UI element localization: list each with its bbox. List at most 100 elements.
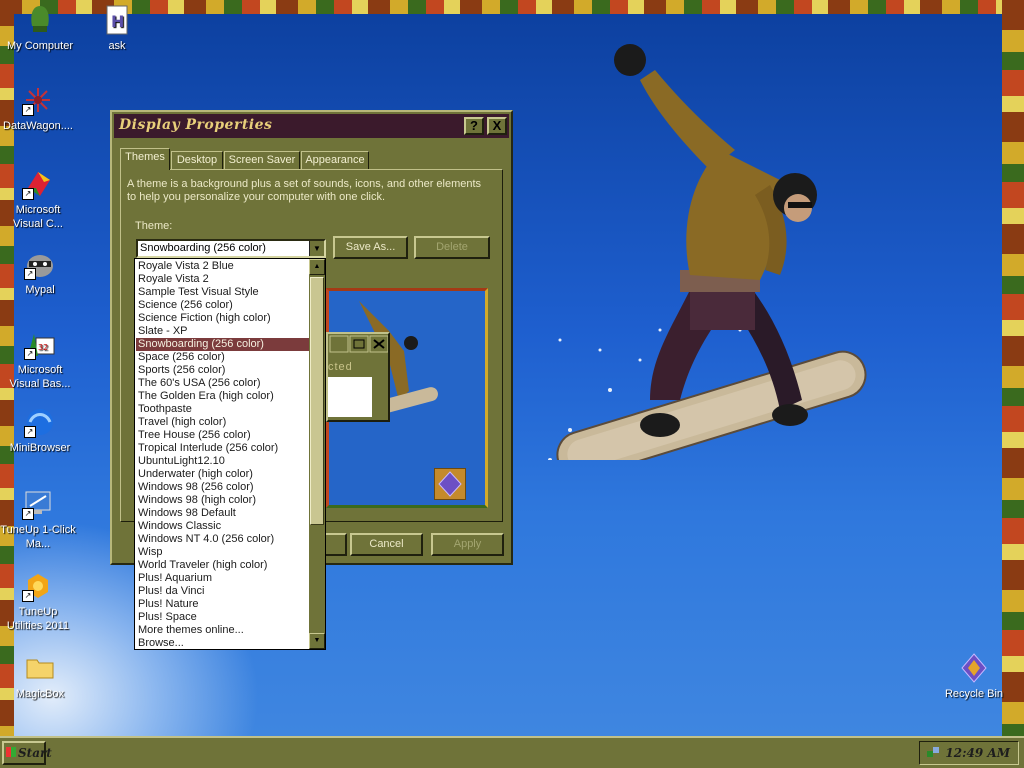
theme-option[interactable]: UbuntuLight12.10 [136, 455, 309, 468]
network-tray-icon[interactable] [926, 746, 940, 760]
theme-option[interactable]: Windows 98 Default [136, 507, 309, 520]
theme-option[interactable]: Plus! da Vinci [136, 585, 309, 598]
desktop-icon-label: DataWagon.... [3, 120, 73, 132]
preview-caption: cted [328, 361, 353, 373]
preview-title-bar [328, 334, 389, 356]
scroll-up-button[interactable]: ▲ [309, 259, 325, 275]
desktop: My Computer H ask ↗ DataWagon.... ↗ Micr… [0, 0, 1024, 736]
visual-basic-icon: 32 ↗ [24, 328, 56, 360]
theme-option[interactable]: Windows Classic [136, 520, 309, 533]
shortcut-arrow-icon: ↗ [22, 188, 34, 200]
theme-option[interactable]: Royale Vista 2 Blue [136, 260, 309, 273]
theme-option[interactable]: More themes online... [136, 624, 309, 637]
minibrowser-globe-icon: ↗ [24, 406, 56, 438]
desktop-icon-minibrowser[interactable]: ↗ MiniBrowser [2, 406, 78, 455]
dialog-title: Display Properties [119, 117, 273, 133]
tab-screen-saver[interactable]: Screen Saver [224, 151, 300, 169]
title-bar[interactable]: Display Properties ? X [114, 114, 509, 138]
cancel-button[interactable]: Cancel [350, 533, 423, 556]
desktop-icon-ask[interactable]: H ask [79, 4, 155, 53]
theme-option[interactable]: Windows 98 (256 color) [136, 481, 309, 494]
clock[interactable]: 12:49 AM [945, 746, 1010, 760]
tuneup-puzzle-icon: ↗ [22, 570, 54, 602]
help-button[interactable]: ? [464, 117, 484, 135]
snowboarder-image [548, 44, 867, 460]
theme-option[interactable]: Science (256 color) [136, 299, 309, 312]
desktop-icon-label: MagicBox [15, 688, 65, 700]
desktop-icon-label: Microsoft Visual C... [13, 204, 63, 230]
theme-option[interactable]: Plus! Nature [136, 598, 309, 611]
theme-option[interactable]: Snowboarding (256 color) [136, 338, 309, 351]
folder-icon [24, 652, 56, 684]
theme-option[interactable]: Toothpaste [136, 403, 309, 416]
apply-button[interactable]: Apply [431, 533, 504, 556]
preview-scrollbar [372, 377, 386, 417]
theme-option[interactable]: Travel (high color) [136, 416, 309, 429]
taskbar: Start 12:49 AM [0, 736, 1024, 768]
desktop-icon-magicbox[interactable]: MagicBox [2, 652, 78, 701]
close-icon: X [492, 118, 502, 133]
theme-option[interactable]: Sports (256 color) [136, 364, 309, 377]
theme-option[interactable]: Underwater (high color) [136, 468, 309, 481]
theme-option[interactable]: Sample Test Visual Style [136, 286, 309, 299]
theme-description: A theme is a background plus a set of so… [127, 178, 482, 203]
theme-option[interactable]: Royale Vista 2 [136, 273, 309, 286]
theme-select-value: Snowboarding (256 color) [140, 242, 266, 254]
desktop-icon-label: ask [108, 40, 126, 52]
shortcut-arrow-icon: ↗ [22, 104, 34, 116]
desktop-icon-label: Microsoft Visual Bas... [9, 364, 71, 390]
delete-button[interactable]: Delete [414, 236, 490, 259]
theme-option[interactable]: World Traveler (high color) [136, 559, 309, 572]
help-icon: ? [470, 118, 478, 133]
theme-option[interactable]: Tropical Interlude (256 color) [136, 442, 309, 455]
theme-option[interactable]: Science Fiction (high color) [136, 312, 309, 325]
wallpaper-border-right [1002, 0, 1024, 736]
theme-option[interactable]: Plus! Space [136, 611, 309, 624]
theme-option[interactable]: The Golden Era (high color) [136, 390, 309, 403]
close-button[interactable]: X [487, 117, 507, 135]
start-label: Start [18, 746, 52, 760]
tab-themes[interactable]: Themes [120, 148, 170, 170]
tab-appearance[interactable]: Appearance [301, 151, 369, 169]
dropdown-scrollbar[interactable]: ▲ ▼ [309, 259, 325, 649]
desktop-icon-visual-basic[interactable]: 32 ↗ Microsoft Visual Bas... [2, 328, 78, 391]
recycle-bin-icon [958, 652, 990, 684]
desktop-icon-tuneup-utilities[interactable]: ↗ TuneUp Utilities 2011 [0, 570, 76, 633]
desktop-icon-mypal[interactable]: ↗ Mypal [2, 248, 78, 297]
scroll-thumb[interactable] [310, 277, 324, 525]
theme-option[interactable]: Slate - XP [136, 325, 309, 338]
visual-c-icon: ↗ [22, 168, 54, 200]
preview-recycle-icon [434, 468, 466, 500]
theme-option[interactable]: Browse... [136, 637, 309, 650]
theme-dropdown-list[interactable]: Royale Vista 2 Blue Royale Vista 2 Sample … [134, 258, 326, 650]
shortcut-arrow-icon: ↗ [22, 590, 34, 602]
theme-option[interactable]: Plus! Aquarium [136, 572, 309, 585]
theme-option[interactable]: Wisp [136, 546, 309, 559]
shortcut-arrow-icon: ↗ [24, 348, 36, 360]
theme-option[interactable]: Space (256 color) [136, 351, 309, 364]
preview-text-field [328, 377, 372, 417]
desktop-icon-visual-c[interactable]: ↗ Microsoft Visual C... [0, 168, 76, 231]
desktop-icon-datawagon[interactable]: ↗ DataWagon.... [0, 84, 76, 133]
shortcut-arrow-icon: ↗ [24, 268, 36, 280]
shortcut-arrow-icon: ↗ [24, 426, 36, 438]
preview-sample-window: cted [326, 332, 390, 422]
svg-text:H: H [111, 12, 124, 31]
theme-option[interactable]: The 60's USA (256 color) [136, 377, 309, 390]
mypal-raccoon-icon: ↗ [24, 248, 56, 280]
desktop-icon-recycle-bin[interactable]: Recycle Bin [936, 652, 1012, 701]
theme-option[interactable]: Tree House (256 color) [136, 429, 309, 442]
chevron-down-icon[interactable]: ▼ [309, 241, 324, 256]
theme-option[interactable]: Windows NT 4.0 (256 color) [136, 533, 309, 546]
scroll-down-button[interactable]: ▼ [309, 633, 325, 649]
tuneup-monitor-icon: ↗ [22, 488, 54, 520]
start-button[interactable]: Start [2, 741, 52, 765]
desktop-icon-tuneup-1click[interactable]: ↗ TuneUp 1-Click Ma... [0, 488, 76, 551]
desktop-icon-label: MiniBrowser [9, 442, 71, 454]
theme-option[interactable]: Windows 98 (high color) [136, 494, 309, 507]
theme-options: Royale Vista 2 Blue Royale Vista 2 Sample … [136, 260, 309, 650]
desktop-icon-my-computer[interactable]: My Computer [2, 4, 78, 53]
save-as-button[interactable]: Save As... [333, 236, 408, 259]
tab-desktop[interactable]: Desktop [171, 151, 223, 169]
theme-select[interactable]: Snowboarding (256 color) ▼ [136, 239, 326, 258]
